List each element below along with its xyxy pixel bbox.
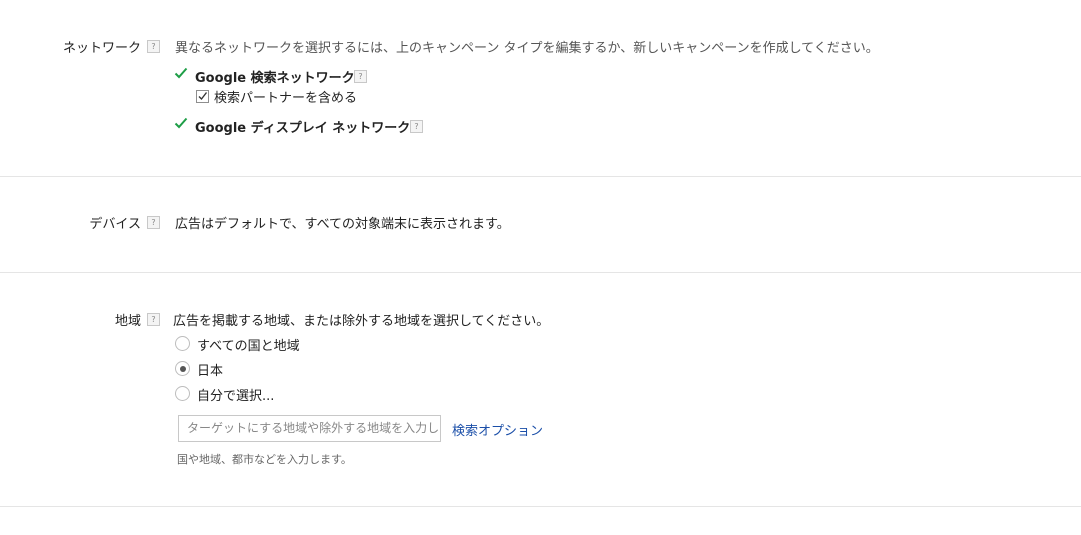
radio-all-countries[interactable] bbox=[175, 336, 190, 351]
search-network-label: Google 検索ネットワーク bbox=[195, 71, 355, 86]
devices-description: 広告はデフォルトで、すべての対象端末に表示されます。 bbox=[175, 217, 510, 232]
location-hint: 国や地域、都市などを入力します。 bbox=[177, 453, 352, 466]
display-network-label: Google ディスプレイ ネットワーク bbox=[195, 121, 411, 136]
network-help-icon[interactable]: ? bbox=[147, 40, 160, 53]
location-label: 地域 bbox=[114, 314, 141, 329]
radio-custom-label[interactable]: 自分で選択... bbox=[197, 385, 274, 404]
checkmark-icon bbox=[198, 92, 208, 101]
network-label: ネットワーク bbox=[62, 41, 141, 56]
search-partners-checkbox[interactable] bbox=[196, 90, 209, 103]
location-search-input[interactable]: ターゲットにする地域や除外する地域を入力し bbox=[178, 415, 441, 442]
search-options-link[interactable]: 検索オプション bbox=[452, 420, 543, 439]
radio-custom[interactable] bbox=[175, 386, 190, 401]
display-network-check-icon bbox=[174, 117, 188, 129]
devices-label: デバイス bbox=[89, 217, 141, 232]
radio-all-countries-label[interactable]: すべての国と地域 bbox=[197, 335, 300, 354]
location-help-icon[interactable]: ? bbox=[147, 313, 160, 326]
search-partners-label[interactable]: 検索パートナーを含める bbox=[214, 87, 357, 106]
divider bbox=[0, 506, 1081, 507]
search-network-check-icon bbox=[174, 67, 188, 79]
divider bbox=[0, 176, 1081, 177]
network-description: 異なるネットワークを選択するには、上のキャンペーン タイプを編集するか、新しいキ… bbox=[175, 41, 879, 56]
display-network-help-icon[interactable]: ? bbox=[410, 120, 423, 133]
radio-japan-label[interactable]: 日本 bbox=[197, 360, 223, 379]
location-description: 広告を掲載する地域、または除外する地域を選択してください。 bbox=[173, 314, 550, 329]
radio-japan[interactable] bbox=[175, 361, 190, 376]
devices-help-icon[interactable]: ? bbox=[147, 216, 160, 229]
divider bbox=[0, 272, 1081, 273]
search-network-help-icon[interactable]: ? bbox=[354, 70, 367, 83]
